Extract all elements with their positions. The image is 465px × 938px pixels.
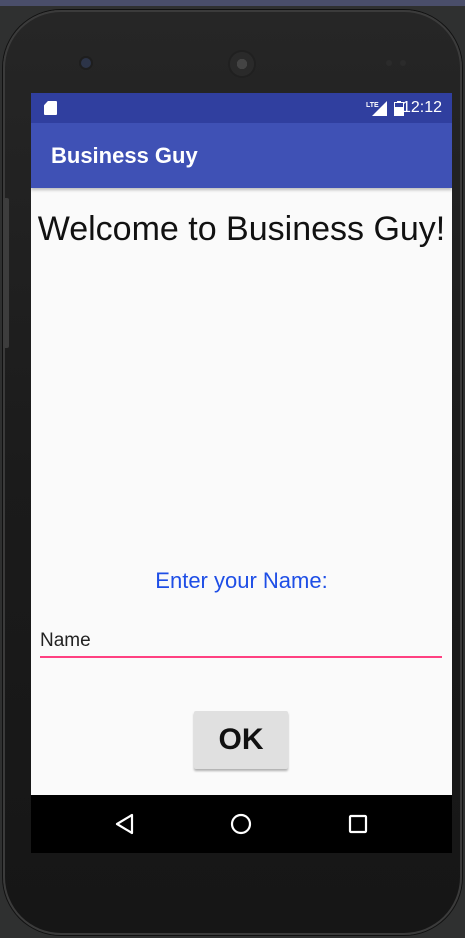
lte-signal-icon: LTE [366,101,387,116]
navigation-bar [31,795,452,853]
front-camera-icon [81,58,91,68]
phone-frame: LTE 12:12 Business Guy Welcome to Busine… [3,10,462,935]
window-top-strip [0,0,465,6]
proximity-sensor-icon [386,60,392,66]
status-clock: 12:12 [401,99,442,116]
sd-card-icon [44,101,57,115]
light-sensor-icon [400,60,406,66]
home-icon[interactable] [226,809,256,839]
app-title: Business Guy [51,142,198,168]
name-prompt-label: Enter your Name: [155,568,328,593]
device-screen: LTE 12:12 Business Guy Welcome to Busine… [31,93,452,853]
earpiece-speaker-icon [230,52,254,76]
svg-text:LTE: LTE [366,102,379,109]
app-bar: Business Guy [31,123,452,188]
name-input[interactable] [40,626,442,658]
ok-button[interactable]: OK [194,711,288,769]
welcome-heading: Welcome to Business Guy! [37,210,446,248]
status-bar: LTE 12:12 [31,93,452,123]
back-icon[interactable] [110,809,140,839]
power-button [3,198,9,348]
recents-icon[interactable] [343,809,373,839]
